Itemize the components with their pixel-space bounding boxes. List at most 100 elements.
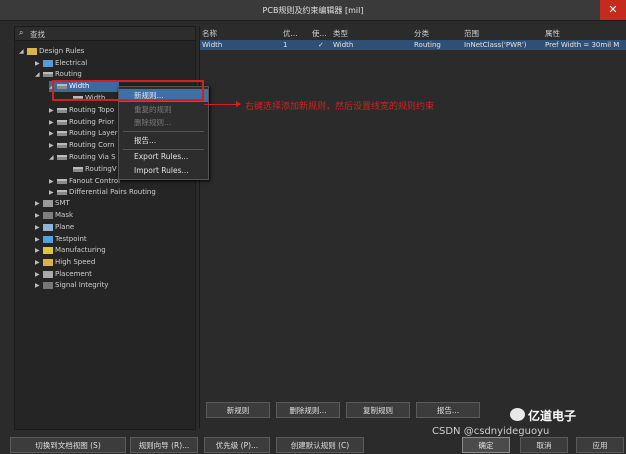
smt-icon xyxy=(43,199,53,207)
brand-watermark: 亿道电子 xyxy=(528,409,577,423)
expand-arrow-icon[interactable]: ▶ xyxy=(35,257,43,268)
placement-icon xyxy=(43,270,53,278)
tree-item-placement[interactable]: ▶ Placement xyxy=(35,269,92,280)
create-default-rules-button[interactable]: 创建默认规则 (C) xyxy=(276,437,364,453)
expand-arrow-icon[interactable]: ▶ xyxy=(35,234,43,245)
menu-import-rules[interactable]: Import Rules... xyxy=(119,164,208,177)
title-bar: PCB规则及约束编辑器 [mil] ✕ xyxy=(0,0,626,21)
column-header-scope[interactable]: 范围 xyxy=(464,28,479,39)
priority-button[interactable]: 优先级 (P)... xyxy=(204,437,270,453)
search-label: 查找 xyxy=(30,30,45,39)
search-box[interactable]: ⌕ 查找 xyxy=(15,27,195,41)
column-header-category[interactable]: 分类 xyxy=(414,28,429,39)
cell-type: Width xyxy=(333,41,354,49)
mask-icon xyxy=(43,211,53,219)
tree-label: Fanout Control xyxy=(69,177,121,185)
electrical-icon xyxy=(43,59,53,67)
tree-item-smt[interactable]: ▶ SMT xyxy=(35,198,70,209)
enabled-checkbox[interactable]: ✓ xyxy=(318,40,324,50)
expand-arrow-icon[interactable]: ▶ xyxy=(49,176,57,187)
tree-label: Routing Topo xyxy=(69,106,115,114)
search-icon: ⌕ xyxy=(19,28,24,37)
menu-duplicate-rule[interactable]: 重复的规则 xyxy=(119,103,208,116)
expand-arrow-icon[interactable]: ▶ xyxy=(49,117,57,128)
tree-label: Design Rules xyxy=(39,47,85,55)
tree-label: Manufacturing xyxy=(55,246,106,254)
cancel-button[interactable]: 取消 xyxy=(520,437,568,453)
tree-item-testpoint[interactable]: ▶ Testpoint xyxy=(35,234,87,245)
tree-label: Placement xyxy=(55,270,92,278)
tree-item-routing-layers[interactable]: ▶ Routing Layer xyxy=(49,128,118,139)
cell-category: Routing xyxy=(414,41,441,49)
expand-arrow-icon[interactable]: ▶ xyxy=(35,245,43,256)
annotation-highlight-box xyxy=(52,80,204,101)
column-header-enabled[interactable]: 使... xyxy=(312,28,327,39)
tree-item-fanout-control[interactable]: ▶ Fanout Control xyxy=(49,176,120,187)
switch-to-document-view-button[interactable]: 切换到文档视图 (S) xyxy=(10,437,126,453)
column-header-type[interactable]: 类型 xyxy=(333,28,348,39)
csdn-watermark: CSDN @csdnyideguoyu xyxy=(432,426,550,437)
testpoint-icon xyxy=(43,235,53,243)
tree-label: RoutingV xyxy=(85,165,117,173)
copy-rule-button[interactable]: 复制规则 xyxy=(346,402,410,418)
expand-arrow-icon[interactable]: ▶ xyxy=(35,222,43,233)
column-header-name[interactable]: 名称 xyxy=(202,28,217,39)
cell-scope: InNetClass('PWR') xyxy=(464,41,527,49)
expand-arrow-icon[interactable]: ▶ xyxy=(49,128,57,139)
menu-export-rules[interactable]: Export Rules... xyxy=(119,150,208,163)
close-icon[interactable]: ✕ xyxy=(600,0,626,20)
rule-icon xyxy=(57,130,67,136)
column-header-attributes[interactable]: 属性 xyxy=(545,28,560,39)
expand-arrow-icon[interactable]: ▶ xyxy=(35,198,43,209)
expand-arrow-icon[interactable]: ▶ xyxy=(35,280,43,291)
tree-label: Mask xyxy=(55,211,74,219)
tree-item-plane[interactable]: ▶ Plane xyxy=(35,222,74,233)
apply-button[interactable]: 应用 xyxy=(576,437,624,453)
folder-icon xyxy=(27,47,37,55)
expand-arrow-icon[interactable]: ▶ xyxy=(49,187,57,198)
expand-arrow-icon[interactable]: ▶ xyxy=(35,269,43,280)
high-speed-icon xyxy=(43,258,53,266)
routing-icon xyxy=(43,71,53,77)
expand-arrow-icon[interactable]: ▶ xyxy=(49,140,57,151)
rule-icon xyxy=(57,107,67,113)
tree-item-routing-via-rule[interactable]: RoutingV xyxy=(73,164,117,175)
tree-item-electrical[interactable]: ▶ Electrical xyxy=(35,58,87,69)
collapse-arrow-icon[interactable]: ◢ xyxy=(19,46,27,57)
collapse-arrow-icon[interactable]: ◢ xyxy=(49,152,57,163)
tree-label: SMT xyxy=(55,199,70,207)
ok-button[interactable]: 确定 xyxy=(462,437,510,453)
rule-wizard-button[interactable]: 规则向导 (R)... xyxy=(130,437,198,453)
delete-rule-button[interactable]: 删除规则... xyxy=(276,402,340,418)
menu-separator xyxy=(123,131,204,132)
new-rule-button[interactable]: 新规则 xyxy=(206,402,270,418)
expand-arrow-icon[interactable]: ▶ xyxy=(35,210,43,221)
rule-icon xyxy=(57,142,67,148)
report-button[interactable]: 报告... xyxy=(416,402,480,418)
tree-item-design-rules[interactable]: ◢ Design Rules xyxy=(19,46,84,57)
plane-icon xyxy=(43,223,53,231)
manufacturing-icon xyxy=(43,246,53,254)
expand-arrow-icon[interactable]: ▶ xyxy=(49,105,57,116)
tree-item-signal-integrity[interactable]: ▶ Signal Integrity xyxy=(35,280,108,291)
tree-item-routing-priority[interactable]: ▶ Routing Prior xyxy=(49,117,114,128)
rule-icon xyxy=(57,154,67,160)
tree-item-diff-pairs[interactable]: ▶ Differential Pairs Routing xyxy=(49,187,156,198)
tree-item-routing-corners[interactable]: ▶ Routing Corn xyxy=(49,140,114,151)
tree-label: Routing Via S xyxy=(69,153,116,161)
rules-table-pane: 名称 优... 使... 类型 分类 范围 属性 Width 1 ✓ Width… xyxy=(199,26,626,428)
tree-item-high-speed[interactable]: ▶ High Speed xyxy=(35,257,95,268)
rule-icon xyxy=(57,119,67,125)
tree-item-routing-topology[interactable]: ▶ Routing Topo xyxy=(49,105,114,116)
tree-item-manufacturing[interactable]: ▶ Manufacturing xyxy=(35,245,106,256)
expand-arrow-icon[interactable]: ▶ xyxy=(35,58,43,69)
tree-item-routing-via-style[interactable]: ◢ Routing Via S xyxy=(49,152,116,163)
menu-report[interactable]: 报告... xyxy=(119,134,208,147)
tree-item-routing[interactable]: ◢ Routing xyxy=(35,69,82,80)
tree-label: Routing Prior xyxy=(69,118,115,126)
collapse-arrow-icon[interactable]: ◢ xyxy=(35,69,43,80)
menu-delete-rule[interactable]: 删除规则... xyxy=(119,116,208,129)
signal-integrity-icon xyxy=(43,281,53,289)
column-header-priority[interactable]: 优... xyxy=(283,28,298,39)
tree-item-mask[interactable]: ▶ Mask xyxy=(35,210,73,221)
